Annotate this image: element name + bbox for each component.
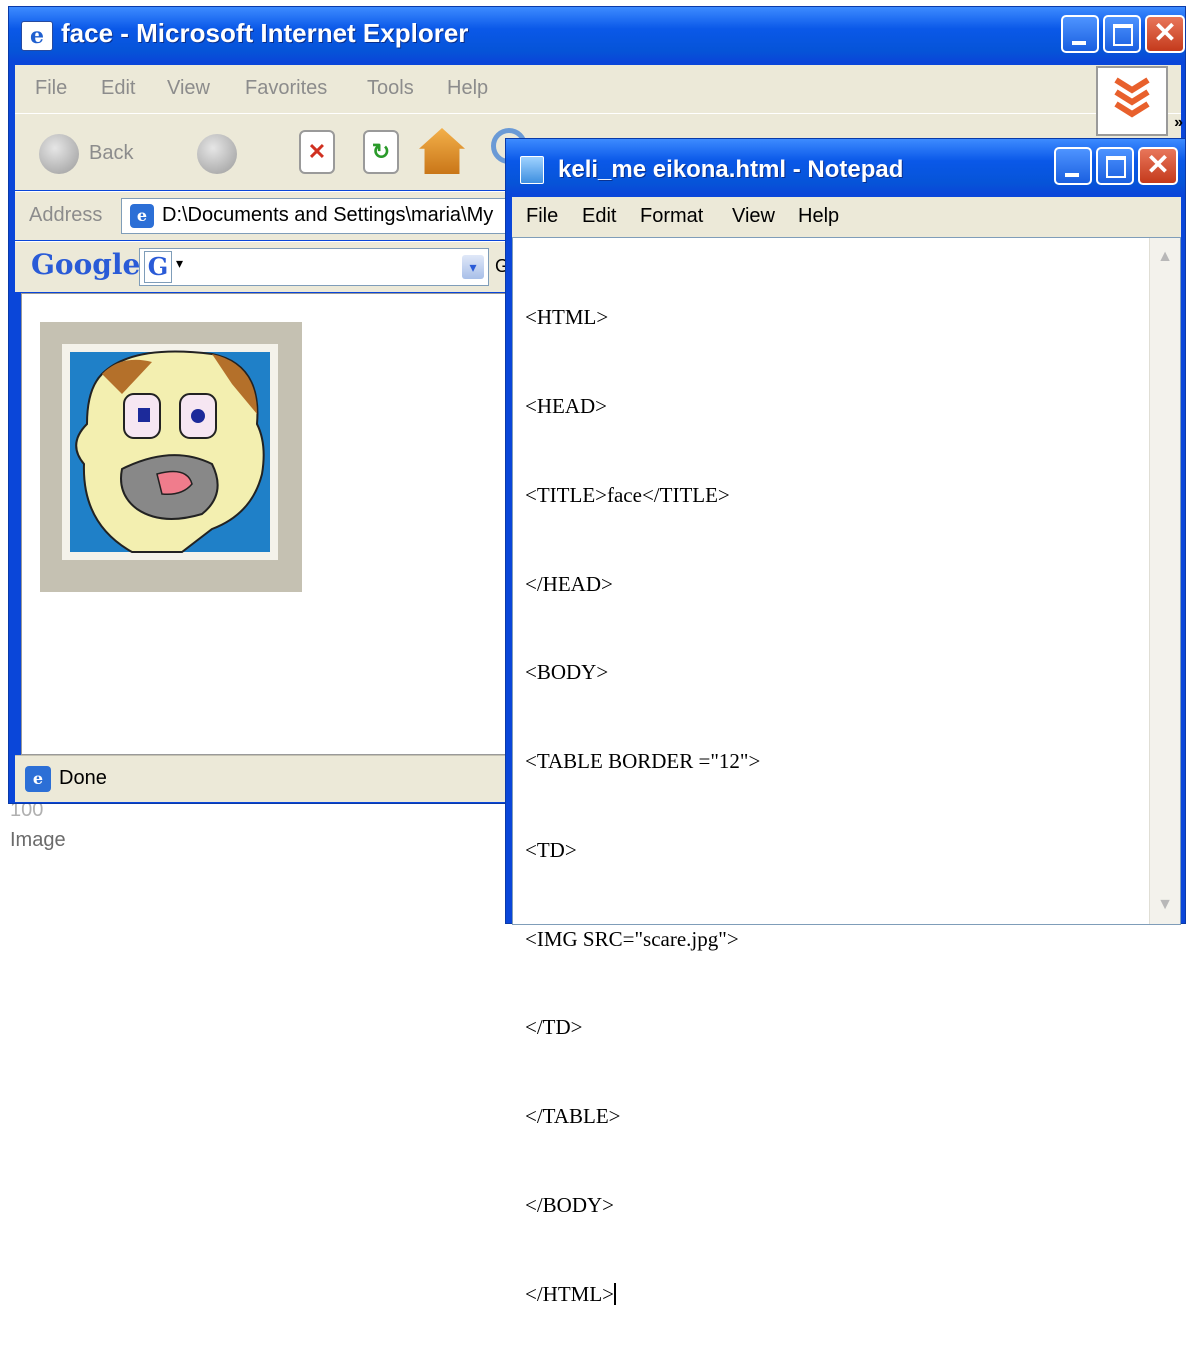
stop-icon[interactable]: ✕ [299, 130, 335, 174]
ie-page-icon: e [21, 21, 53, 51]
code-line-last: </HTML> [525, 1280, 760, 1310]
notepad-vertical-scrollbar[interactable]: ▲ ▼ [1149, 238, 1180, 924]
ie-menubar: File Edit View Favorites Tools Help [15, 65, 1181, 113]
ie-maximize-button[interactable] [1103, 15, 1141, 53]
notepad-text: <HTML> <HEAD> <TITLE>face</TITLE> </HEAD… [525, 244, 760, 1369]
notepad-minimize-button[interactable] [1054, 147, 1092, 185]
google-logo: Google [31, 248, 141, 281]
notepad-menubar: File Edit Format View Help [512, 197, 1181, 237]
code-line: <HTML> [525, 305, 609, 330]
code-line: </HEAD> [525, 571, 613, 596]
code-line: </BODY> [525, 1193, 615, 1217]
scroll-down-arrow-icon[interactable]: ▼ [1152, 890, 1178, 920]
address-label: Address [29, 204, 103, 226]
notepad-menu-view[interactable]: View [732, 205, 775, 228]
notepad-menu-format[interactable]: Format [640, 205, 703, 228]
ie-menu-view[interactable]: View [167, 77, 210, 100]
toolbar-overflow-chevron[interactable]: » [1174, 114, 1183, 132]
notepad-window: keli_me eikona.html - Notepad ✕ File Edi… [505, 138, 1186, 1306]
google-g-icon[interactable]: G [144, 251, 172, 283]
code-line: </TD> [525, 1015, 583, 1040]
scroll-up-arrow-icon[interactable]: ▲ [1152, 242, 1178, 272]
table-cell [62, 344, 278, 560]
notepad-maximize-button[interactable] [1096, 147, 1134, 185]
code-line: <IMG SRC="scare.jpg"> [525, 926, 739, 951]
forward-arrow-icon[interactable] [197, 134, 237, 174]
scared-face-image [70, 350, 270, 553]
ie-menu-tools[interactable]: Tools [367, 77, 414, 100]
code-line: <HEAD> [525, 393, 608, 418]
google-search-input[interactable]: G ▾ ▾ [139, 248, 489, 286]
desktop-caption-label: Image [10, 829, 66, 851]
notepad-menu-file[interactable]: File [526, 205, 558, 228]
notepad-titlebar[interactable]: keli_me eikona.html - Notepad ✕ [506, 139, 1185, 194]
desktop-caption: 100 Image [10, 795, 66, 855]
ie-window-title: face - Microsoft Internet Explorer [61, 18, 469, 48]
back-button[interactable]: Back [39, 134, 149, 174]
code-line: <TITLE>face</TITLE> [525, 482, 730, 507]
code-line: <TD> [525, 837, 577, 862]
notepad-menu-edit[interactable]: Edit [582, 205, 616, 228]
ie-titlebar[interactable]: e face - Microsoft Internet Explorer ✕ [9, 7, 1185, 62]
bordered-table [40, 322, 302, 592]
ie-menu-help[interactable]: Help [447, 77, 488, 100]
ie-status-icon: e [25, 766, 51, 792]
ie-minimize-button[interactable] [1061, 15, 1099, 53]
back-label: Back [89, 142, 134, 164]
code-line: <BODY> [525, 660, 609, 685]
code-line: </HTML> [525, 1281, 615, 1306]
triple-chevron-down-icon [1114, 77, 1150, 118]
ie-menu-edit[interactable]: Edit [101, 77, 135, 100]
address-value: D:\Documents and Settings\maria\My [162, 204, 494, 226]
ie-menu-file[interactable]: File [35, 77, 67, 100]
notepad-close-button[interactable]: ✕ [1138, 147, 1178, 185]
notepad-text-area[interactable]: <HTML> <HEAD> <TITLE>face</TITLE> </HEAD… [512, 237, 1181, 1306]
ie-menu-favorites[interactable]: Favorites [245, 77, 327, 100]
notepad-icon [520, 156, 544, 184]
notepad-window-title: keli_me eikona.html - Notepad [558, 156, 904, 183]
status-text: Done [59, 767, 107, 789]
notepad-menu-help[interactable]: Help [798, 205, 839, 228]
ie-close-button[interactable]: ✕ [1145, 15, 1185, 53]
back-arrow-icon [39, 134, 79, 174]
google-g-dropdown-icon[interactable]: ▾ [176, 255, 183, 272]
text-cursor [614, 1282, 617, 1305]
google-dropdown-icon[interactable]: ▾ [462, 255, 484, 279]
refresh-icon[interactable]: ↻ [363, 130, 399, 174]
code-line: <TABLE BORDER ="12"> [525, 749, 761, 774]
page-icon: e [130, 204, 154, 228]
download-helper[interactable] [1096, 66, 1168, 136]
code-line: </TABLE> [525, 1104, 621, 1129]
home-icon[interactable] [419, 128, 465, 174]
